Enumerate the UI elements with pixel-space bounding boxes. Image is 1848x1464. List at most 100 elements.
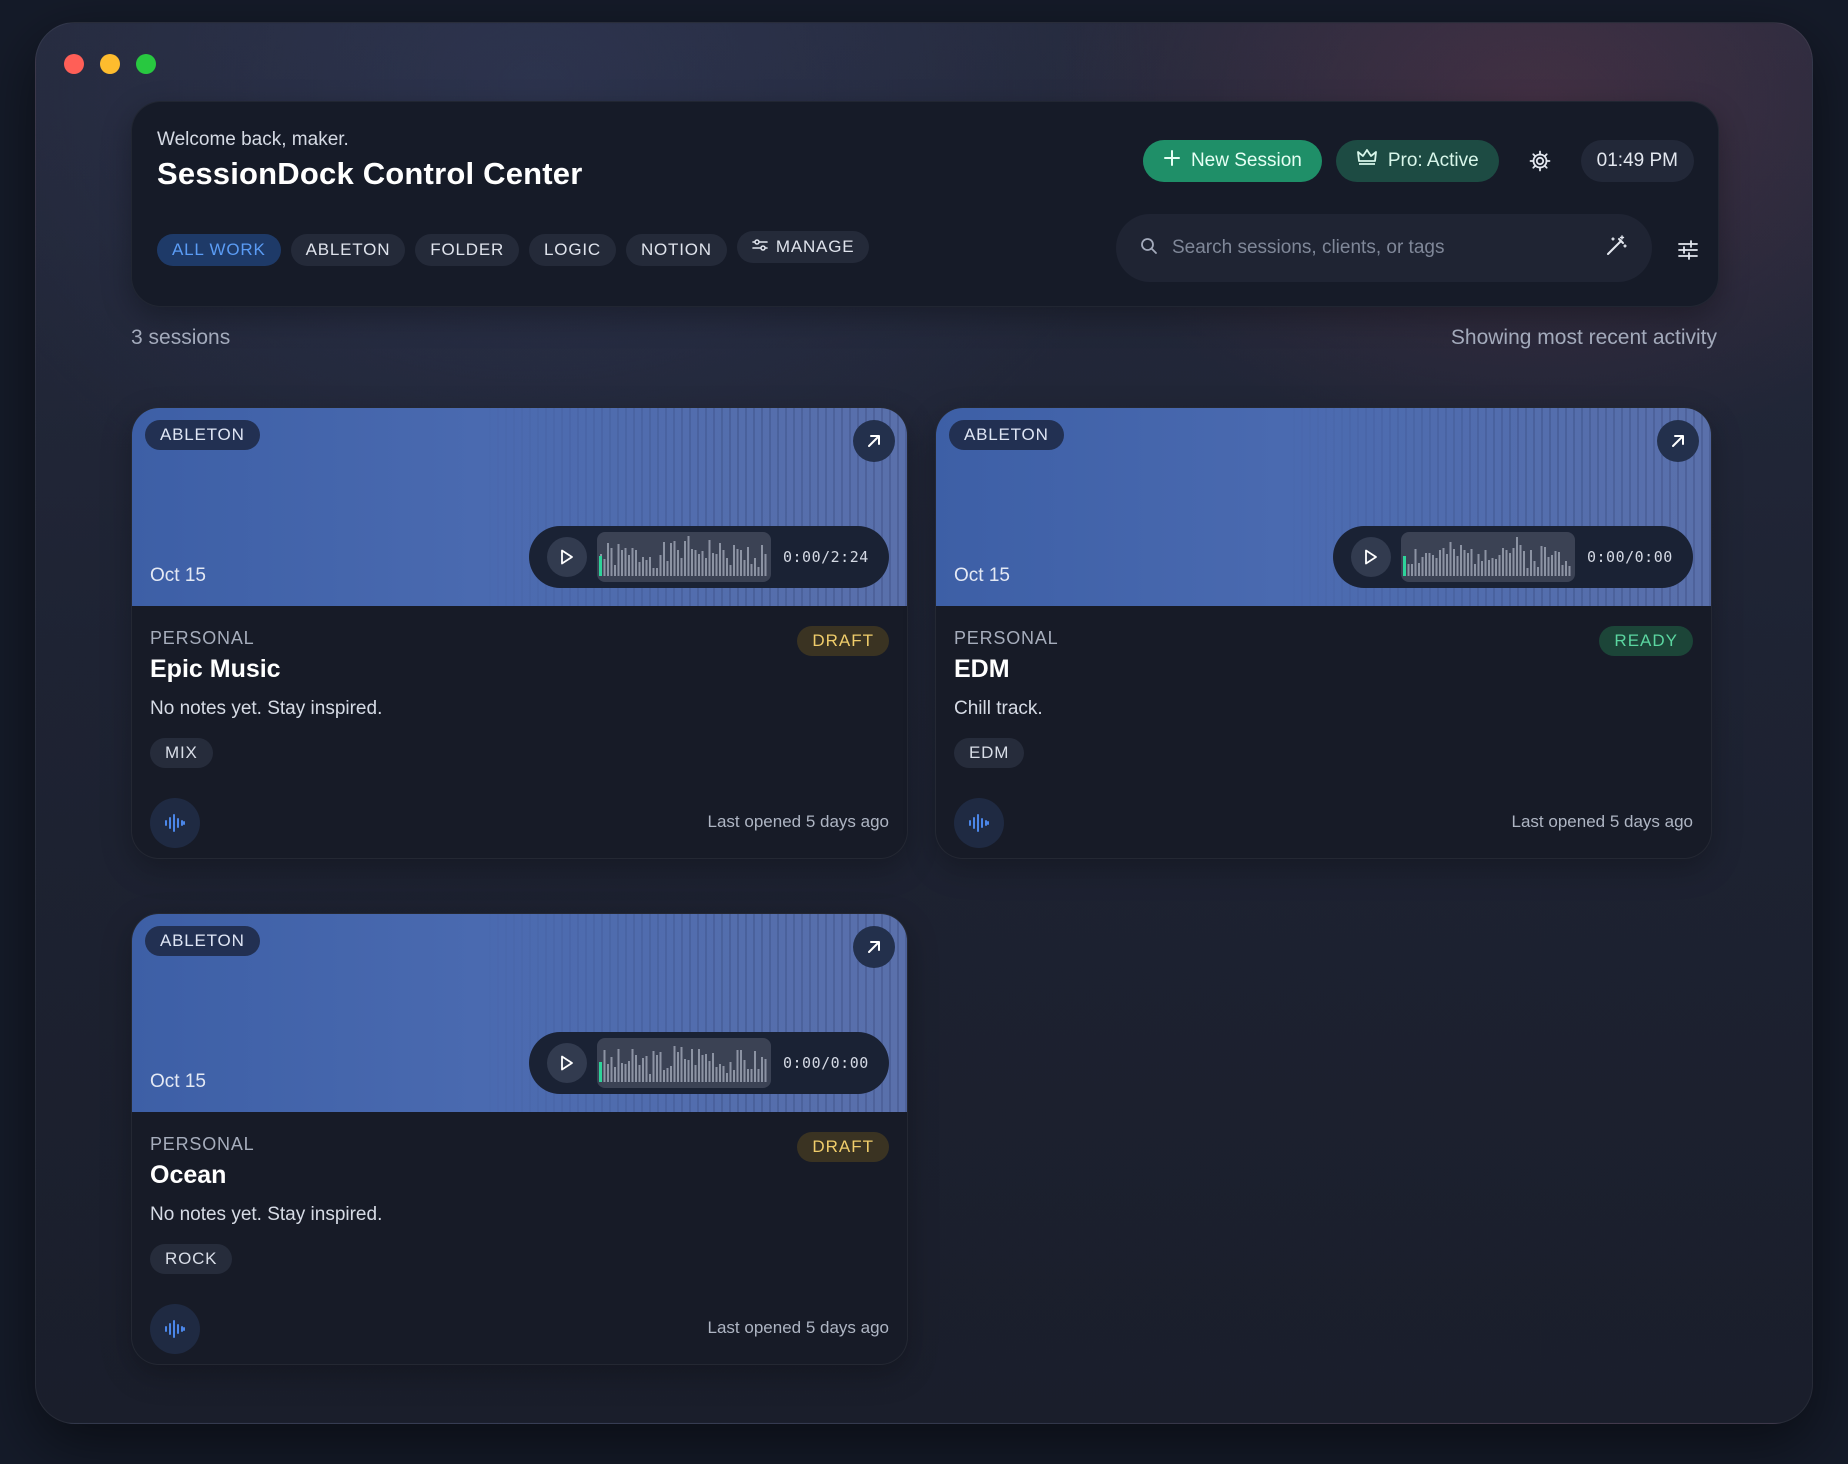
waveform-bar [1439,550,1441,576]
waveform-bar [666,561,669,576]
waveform-bar [687,1060,690,1082]
waveform-bar [743,560,746,576]
sliders-icon[interactable] [1670,232,1706,268]
filter-logic[interactable]: LOGIC [529,234,616,266]
new-session-button[interactable]: New Session [1142,140,1322,182]
daw-badge: ABLETON [145,926,260,956]
session-date: Oct 15 [954,565,1010,586]
play-button[interactable] [547,537,587,577]
waveform-bar [729,1062,732,1082]
session-card[interactable]: ABLETON Oct 15 0:00/0:00 PERSONAL READY … [935,407,1712,859]
waveform-bar [754,1051,756,1082]
manage-label: MANAGE [775,237,855,256]
waveform-bar [621,550,623,576]
waveform-bar [726,1073,728,1082]
waveform-bar [1502,548,1504,576]
waveform-bar [624,1064,627,1082]
waveform-bar [1505,550,1508,576]
waveform-bar [691,549,693,576]
waveform-bar [670,543,672,576]
session-tag[interactable]: ROCK [150,1244,233,1274]
waveform-bar [1442,548,1445,576]
waveform-bar [1474,564,1476,576]
waveform-bar [761,545,763,576]
session-card[interactable]: ABLETON Oct 15 0:00/0:00 PERSONAL DRAFT … [131,913,908,1365]
waveform-bar [614,1067,616,1082]
last-opened: Last opened 5 days ago [1511,812,1693,831]
session-date: Oct 15 [150,1071,206,1092]
waveform-bar [614,565,616,576]
waveform-bar [628,1061,630,1082]
waveform-bar [638,562,641,576]
waveform-bar [740,1050,742,1082]
waveform-bar [747,1069,749,1082]
maximize-window-button[interactable] [136,54,156,74]
play-button[interactable] [547,1043,587,1083]
daw-badge: ABLETON [145,420,260,450]
waveform-bar [631,548,634,576]
waveform-scrubber[interactable] [1401,532,1575,582]
manage-filters-button[interactable]: MANAGE [736,231,870,263]
session-tag[interactable]: MIX [150,738,213,768]
waveform-bar [1484,550,1487,576]
open-session-arrow-icon[interactable] [1657,420,1699,462]
open-session-arrow-icon[interactable] [853,420,895,462]
waveform-bar [652,568,655,576]
waveform-bar [1449,542,1452,576]
waveform-bar [1509,553,1511,576]
magic-wand-icon[interactable] [1604,234,1628,263]
waveform-bar [659,555,662,576]
waveform-bar [1568,566,1571,576]
session-tag[interactable]: EDM [954,738,1025,768]
status-badge: DRAFT [797,626,889,656]
session-name: Ocean [150,1161,227,1189]
sort-note: Showing most recent activity [1450,326,1717,349]
waveform-bar [1470,549,1473,576]
play-button[interactable] [1351,537,1391,577]
waveform-bar [736,549,739,576]
pro-status-button[interactable]: Pro: Active [1335,140,1499,182]
waveform-bar [1477,554,1480,576]
waveform-bar [1540,546,1543,576]
waveform-bar [1526,568,1529,576]
search-input[interactable] [1172,237,1590,259]
session-card[interactable]: ABLETON Oct 15 0:00/2:24 PERSONAL DRAFT … [131,407,908,859]
settings-gear-icon[interactable] [1519,140,1561,182]
card-banner: ABLETON Oct 15 0:00/2:24 [132,408,907,606]
waveform-bar [708,540,711,576]
playhead-marker [599,556,602,576]
audio-waveform-icon[interactable] [954,798,1004,848]
client-label: PERSONAL [150,628,255,648]
waveform-bar [729,565,732,576]
waveform-bar [764,554,767,576]
filter-ableton[interactable]: ABLETON [290,234,406,266]
waveform-bar [603,1050,606,1082]
waveform-bar [673,1046,676,1082]
audio-waveform-icon[interactable] [150,798,200,848]
filter-folder[interactable]: FOLDER [415,234,520,266]
audio-waveform-icon[interactable] [150,1304,200,1354]
playback-time: 0:00/0:00 [1587,548,1673,566]
waveform-bar [712,1053,714,1082]
header-actions: New Session Pro: Active 01:49 PM [1142,140,1694,182]
waveform-bar [617,1049,620,1082]
waveform-bar [666,1068,669,1082]
waveform-bar [1554,551,1557,576]
waveform-bar [663,542,665,576]
filter-chips: ALL WORK ABLETON FOLDER LOGIC NOTION MAN… [157,231,870,266]
waveform-bar [698,1049,700,1082]
waveform-bar [740,550,742,576]
waveform-scrubber[interactable] [597,1038,771,1088]
minimize-window-button[interactable] [100,54,120,74]
open-session-arrow-icon[interactable] [853,926,895,968]
filter-all-work[interactable]: ALL WORK [157,234,281,266]
close-window-button[interactable] [64,54,84,74]
waveform-bar [736,1050,739,1082]
waveform-bar [1481,561,1483,576]
waveform-bar [754,558,756,576]
filter-notion[interactable]: NOTION [625,234,727,266]
waveform-bar [659,1052,662,1082]
waveform-bar [649,557,651,576]
waveform-scrubber[interactable] [597,532,771,582]
waveform-bar [684,541,686,576]
